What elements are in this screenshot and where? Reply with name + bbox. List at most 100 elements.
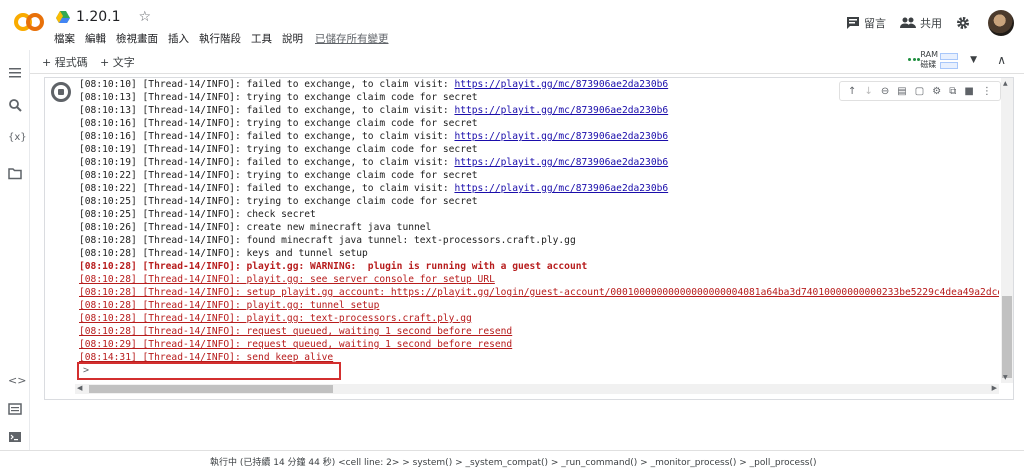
scroll-down-icon[interactable]: ▼ [1003,374,1008,381]
move-up-icon[interactable]: ↑ [848,86,856,97]
ram-bar [940,53,958,60]
avatar[interactable] [988,10,1014,36]
output-line-text: [08:10:16] [Thread-14/INFO]: trying to e… [79,118,478,129]
resource-bars[interactable] [940,53,958,71]
output-link[interactable]: https://playit.gg/mc/873906ae2da230b6 [454,105,668,116]
resource-labels[interactable]: RAM 磁碟 [920,50,938,70]
output-line-text: [08:10:28] [Thread-14/INFO]: setup playi… [79,287,391,298]
status-bar: 執行中 (已持續 14 分鐘 44 秒) <cell line: 2> > sy… [0,450,1024,469]
comment-cell-icon[interactable]: ▤ [897,86,906,97]
cell-toolbar: ↑ ↓ ⊖ ▤ ▢ ⚙ ⧉ ■ ⋮ [839,81,1001,101]
scroll-left-icon[interactable]: ◀ [77,384,82,392]
output-line: [08:10:28] [Thread-14/INFO]: setup playi… [79,286,999,299]
output-line-text: [08:10:13] [Thread-14/INFO]: failed to e… [79,105,455,116]
title-row: 1.20.1 ☆ [56,8,151,26]
connection-status-icon[interactable] [908,58,920,62]
output-horizontal-scrollbar[interactable]: ◀ ▶ [75,384,999,394]
code-cell[interactable]: [08:10:10] [Thread-14/INFO]: failed to e… [44,77,1014,400]
variables-icon[interactable]: {x} [8,132,27,146]
stdin-input[interactable]: > [77,362,341,380]
more-icon[interactable]: ⋮ [982,86,992,97]
menu-tools[interactable]: 工具 [251,31,272,46]
output-link[interactable]: https://playit.gg/mc/873906ae2da230b6 [454,183,668,194]
output-line: [08:10:28] [Thread-14/INFO]: playit.gg: … [79,260,999,273]
output-line: [08:10:19] [Thread-14/INFO]: failed to e… [79,156,999,169]
gear-icon [957,17,969,29]
move-down-icon[interactable]: ↓ [864,86,872,97]
output-line: [08:10:26] [Thread-14/INFO]: create new … [79,221,999,234]
menu-bar: 檔案 編輯 檢視畫面 插入 執行階段 工具 說明 已儲存所有變更 [54,31,399,46]
menu-help[interactable]: 說明 [282,31,303,46]
output-line-text: [08:10:25] [Thread-14/INFO]: trying to e… [79,196,478,207]
colab-logo[interactable] [14,12,44,32]
output-line: [08:10:19] [Thread-14/INFO]: trying to e… [79,143,999,156]
top-right-actions: 留言 共用 [846,10,1014,36]
search-icon[interactable] [8,98,22,112]
menu-insert[interactable]: 插入 [168,31,189,46]
output-line: [08:10:22] [Thread-14/INFO]: failed to e… [79,182,999,195]
hscroll-thumb[interactable] [89,385,333,393]
output-link[interactable]: https://playit.gg/login/guest-account/00… [391,287,999,298]
output-line: [08:10:16] [Thread-14/INFO]: trying to e… [79,117,999,130]
output-link[interactable]: https://playit.gg/mc/873906ae2da230b6 [454,157,668,168]
output-line-text: [08:10:22] [Thread-14/INFO]: failed to e… [79,183,455,194]
output-line: [08:10:25] [Thread-14/INFO]: check secre… [79,208,999,221]
output-line-text: [08:10:29] [Thread-14/INFO]: request que… [79,339,513,350]
command-palette-icon[interactable] [8,402,22,416]
chevron-up-icon[interactable]: ∧ [997,53,1006,67]
menu-edit[interactable]: 編輯 [85,31,106,46]
drive-icon[interactable] [56,11,70,23]
output-line: [08:10:28] [Thread-14/INFO]: playit.gg: … [79,312,999,325]
terminal-icon[interactable] [8,430,22,444]
output-line: [08:10:16] [Thread-14/INFO]: failed to e… [79,130,999,143]
output-line-text: [08:10:26] [Thread-14/INFO]: create new … [79,222,432,233]
execution-status[interactable]: 執行中 (已持續 14 分鐘 44 秒) <cell line: 2> > sy… [210,455,817,468]
output-link[interactable]: https://playit.gg/mc/873906ae2da230b6 [454,79,668,90]
stop-execution-button[interactable] [51,82,71,102]
output-line-text: [08:10:25] [Thread-14/INFO]: check secre… [79,209,316,220]
output-link[interactable]: https://playit.gg/mc/873906ae2da230b6 [454,131,668,142]
output-line-text: [08:10:28] [Thread-14/INFO]: playit.gg: … [79,313,472,324]
comment-icon [847,17,859,29]
output-line: [08:10:28] [Thread-14/INFO]: playit.gg: … [79,299,999,312]
output-line: [08:10:29] [Thread-14/INFO]: request que… [79,338,999,351]
output-line: [08:10:25] [Thread-14/INFO]: trying to e… [79,195,999,208]
add-text-button[interactable]: + 文字 [100,54,135,70]
cell-output: [08:10:10] [Thread-14/INFO]: failed to e… [79,78,999,383]
share-label: 共用 [920,17,942,30]
scroll-right-icon[interactable]: ▶ [992,384,997,392]
share-button[interactable]: 共用 [900,15,942,31]
edit-icon[interactable]: ▢ [915,86,924,97]
comment-button[interactable]: 留言 [846,15,886,31]
disk-bar [940,62,958,69]
comment-label: 留言 [864,17,886,30]
save-status-link[interactable]: 已儲存所有變更 [315,31,389,46]
output-line-text: [08:10:28] [Thread-14/INFO]: playit.gg: … [79,274,495,285]
delete-icon[interactable]: ■ [964,86,973,97]
scroll-thumb[interactable] [1002,296,1012,378]
scroll-up-icon[interactable]: ▲ [1003,80,1008,87]
cell-settings-icon[interactable]: ⚙ [932,86,941,97]
settings-button[interactable] [956,16,974,30]
output-line-text: [08:10:28] [Thread-14/INFO]: found minec… [79,235,576,246]
menu-runtime[interactable]: 執行階段 [199,31,241,46]
mirror-cell-icon[interactable]: ⧉ [949,86,956,97]
left-rail: {x} <> [0,50,30,450]
output-vertical-scrollbar[interactable]: ▲ ▼ [1001,78,1013,383]
output-line: [08:10:28] [Thread-14/INFO]: found minec… [79,234,999,247]
chevron-down-icon[interactable]: ▼ [970,55,977,65]
star-icon[interactable]: ☆ [139,9,152,25]
output-line: [08:10:28] [Thread-14/INFO]: playit.gg: … [79,273,999,286]
folder-icon[interactable] [8,166,22,180]
menu-file[interactable]: 檔案 [54,31,75,46]
link-icon[interactable]: ⊖ [881,86,889,97]
output-line-text: [08:10:28] [Thread-14/INFO]: request que… [79,326,513,337]
menu-icon[interactable] [8,66,22,80]
notebook-name[interactable]: 1.20.1 [76,9,121,25]
add-code-button[interactable]: + 程式碼 [42,54,88,70]
output-line-text: [08:10:13] [Thread-14/INFO]: trying to e… [79,92,478,103]
menu-view[interactable]: 檢視畫面 [116,31,158,46]
output-line-text: [08:10:19] [Thread-14/INFO]: failed to e… [79,157,455,168]
code-icon[interactable]: <> [8,374,26,388]
output-line-text: [08:10:28] [Thread-14/INFO]: playit.gg: … [79,300,380,311]
